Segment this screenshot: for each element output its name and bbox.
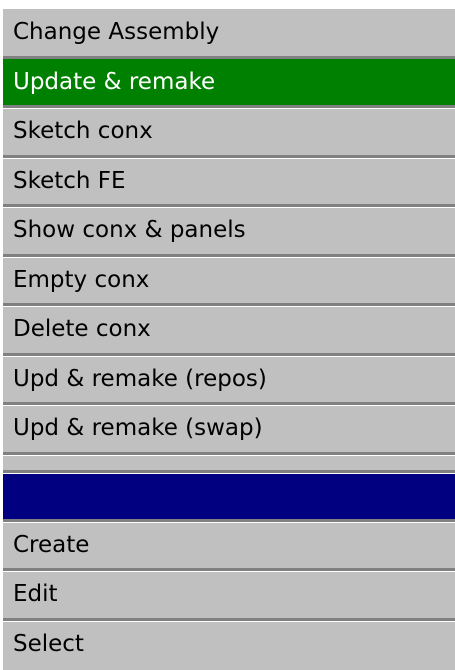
menu-separator-spacer <box>3 455 455 473</box>
menu-section-header-bar <box>3 473 455 522</box>
menu-item-show-conx-panels[interactable]: Show conx & panels <box>3 207 455 257</box>
menu-item-update-remake[interactable]: Update & remake <box>3 59 455 109</box>
menu-item-upd-remake-repos[interactable]: Upd & remake (repos) <box>3 356 455 406</box>
menu-item-delete-conx[interactable]: Delete conx <box>3 306 455 356</box>
menu-item-edit[interactable]: Edit <box>3 571 455 621</box>
menu-item-select[interactable]: Select <box>3 621 455 670</box>
menu-item-create[interactable]: Create <box>3 522 455 572</box>
menu-item-change-assembly[interactable]: Change Assembly <box>3 9 455 59</box>
menu-item-sketch-fe[interactable]: Sketch FE <box>3 158 455 208</box>
menu-item-sketch-conx[interactable]: Sketch conx <box>3 108 455 158</box>
menu-item-empty-conx[interactable]: Empty conx <box>3 257 455 307</box>
context-menu: Change Assembly Update & remake Sketch c… <box>3 9 455 670</box>
menu-item-upd-remake-swap[interactable]: Upd & remake (swap) <box>3 405 455 455</box>
